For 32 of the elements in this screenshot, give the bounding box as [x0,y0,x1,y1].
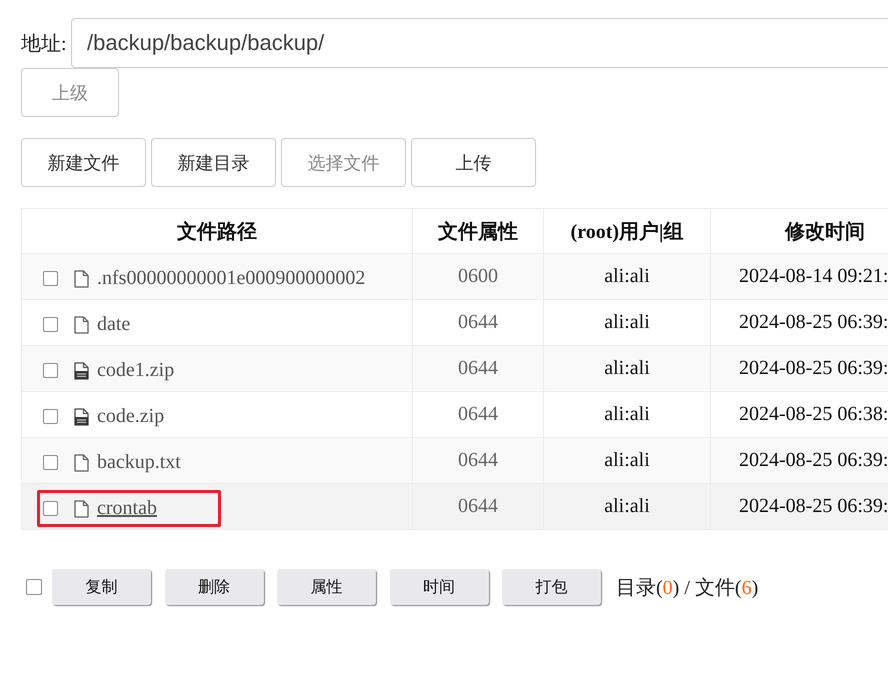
table-cell: ali:ali [544,484,710,530]
toolbar-button[interactable]: 新建目录 [151,138,276,187]
checkbox[interactable] [26,579,42,595]
address-field[interactable]: /backup/backup/backup/ [71,18,888,68]
batch-action-button[interactable]: 属性 [277,569,376,605]
item-count-text: 目录(0) / 文件(6) [616,576,758,600]
file-icon [74,270,89,288]
file-name-link[interactable]: crontab [97,497,157,520]
toolbar-button[interactable]: 上传 [411,138,536,187]
checkbox[interactable] [43,317,58,332]
file-name-link[interactable]: code.zip [97,405,164,428]
checkbox[interactable] [43,271,58,286]
file-icon [74,454,89,472]
column-header: 文件路径 [22,208,412,254]
batch-action-button[interactable]: 复制 [52,569,151,605]
checkbox[interactable] [43,501,58,516]
address-label: 地址: [21,32,68,56]
batch-action-button[interactable]: 删除 [164,569,264,605]
checkbox[interactable] [43,455,58,470]
archive-file-icon [74,408,89,426]
file-name-link[interactable]: backup.txt [97,451,181,474]
checkbox[interactable] [43,363,58,378]
batch-action-button[interactable]: 打包 [502,569,601,605]
checkbox[interactable] [43,409,58,424]
file-name-link[interactable]: date [97,313,130,336]
archive-file-icon [74,362,89,380]
file-name-link[interactable]: code1.zip [97,359,174,382]
batch-action-button[interactable]: 时间 [390,569,488,605]
file-icon [74,316,89,334]
toolbar-button[interactable]: 新建文件 [21,138,146,187]
table-cell: 0644 [412,484,544,530]
file-icon [74,500,89,518]
